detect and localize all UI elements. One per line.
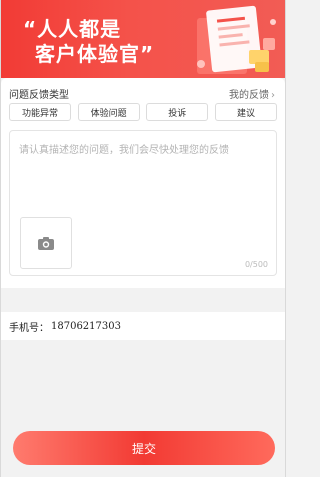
char-counter: 0/500 (244, 260, 268, 269)
feedback-placeholder: 请认真描述您的问题，我们会尽快处理您的反馈 (19, 145, 229, 156)
banner: “人人都是 客户体验官” (1, 0, 285, 78)
my-feedback-label: 我的反馈 (229, 90, 269, 101)
clipboard-illustration-icon (197, 5, 276, 74)
image-upload-button[interactable] (20, 217, 72, 269)
camera-icon (38, 236, 54, 250)
feedback-textarea[interactable]: 请认真描述您的问题，我们会尽快处理您的反馈 0/500 (9, 130, 277, 276)
chevron-right-icon: › (271, 90, 275, 101)
feedback-type-title: 问题反馈类型 (9, 90, 69, 101)
banner-title-line2: 客户体验官” (35, 42, 155, 66)
phone-label: 手机号： (9, 322, 49, 334)
type-button-suggestion[interactable]: 建议 (214, 103, 277, 121)
feedback-page: “人人都是 客户体验官” 问题反馈类型 我的反馈 › 功能异常 体验问题 投诉 建… (0, 0, 286, 477)
feedback-type-group: 功能异常 体验问题 投诉 建议 (9, 103, 277, 121)
my-feedback-link[interactable]: 我的反馈 › (229, 86, 275, 101)
type-button-experience-issue[interactable]: 体验问题 (77, 103, 140, 121)
submit-button[interactable]: 提交 (13, 431, 275, 465)
phone-number[interactable]: 18706217303 (51, 321, 121, 332)
type-button-function-error[interactable]: 功能异常 (9, 103, 71, 121)
type-button-complaint[interactable]: 投诉 (146, 103, 209, 121)
phone-row: 手机号： 18706217303 (1, 312, 285, 340)
